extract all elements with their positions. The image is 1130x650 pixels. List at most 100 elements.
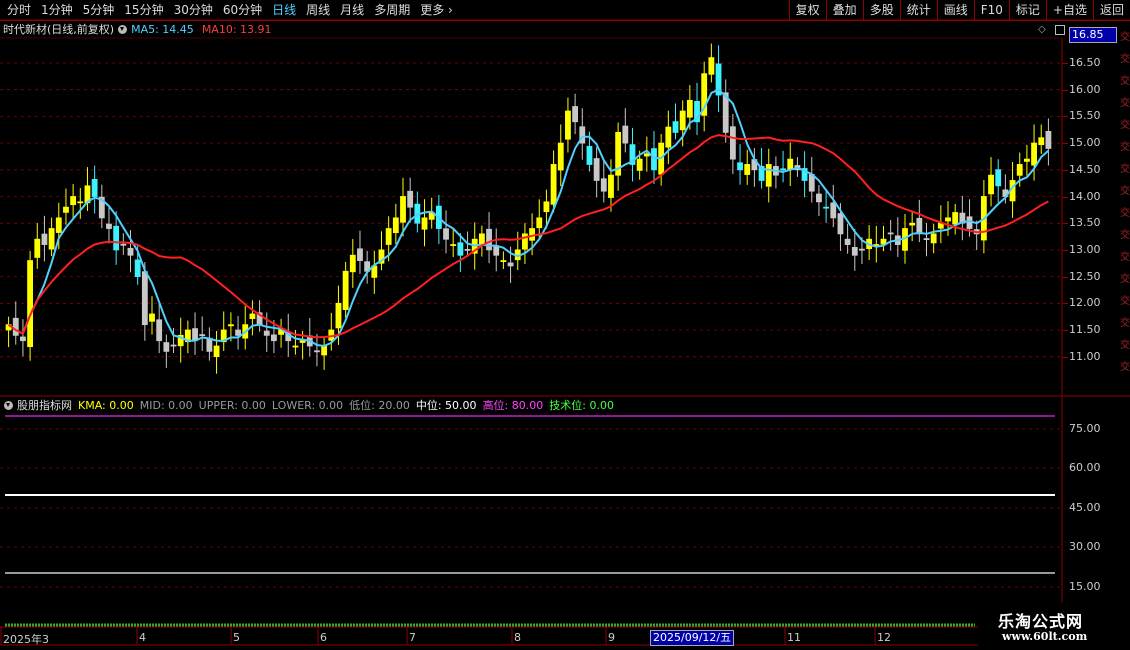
candle-body [63,206,69,213]
candle-body [471,238,478,254]
candle-body [708,57,715,75]
candle-body [672,121,679,133]
date-label: 8 [514,631,521,644]
candle-body [206,337,213,352]
candle-body [235,329,241,336]
period-tab[interactable]: 15分钟 [119,0,168,20]
indicator-tick-label: 60.00 [1069,461,1101,474]
candle-body [529,228,535,241]
date-label: 7 [409,631,416,644]
date-label: 12 [877,631,891,644]
candle-body [679,110,686,131]
date-label: 6 [320,631,327,644]
price-tick [1062,196,1068,198]
toolbar-button[interactable]: 复权 [788,0,826,20]
period-tab[interactable]: 多周期 [369,0,415,20]
toolbar-button[interactable]: F10 [973,0,1009,20]
candle-body [478,233,485,245]
window-square-icon[interactable] [1055,25,1065,35]
candle-body [758,165,765,181]
period-tab[interactable]: 更多 › [415,0,458,20]
upper-value: UPPER: 0.00 [198,398,266,412]
period-tab[interactable]: 分时 [2,0,36,20]
candle-body [686,99,693,118]
candle-body [414,203,421,224]
candle-body [1038,137,1045,146]
candle-body [70,196,77,206]
candle-body [113,225,120,251]
candle-body [120,243,127,246]
candle-body [428,212,435,220]
toolbar-button[interactable]: 多股 [862,0,900,20]
side-glyph: 交 [1120,252,1130,263]
period-tab[interactable]: 周线 [301,0,335,20]
candle-body [220,329,227,343]
low-level-value: 低位: 20.00 [349,399,410,412]
toolbar-button[interactable]: +自选 [1045,0,1093,20]
toolbar-button[interactable]: 返回 [1092,0,1130,20]
price-tick [1062,276,1068,278]
chevron-down-icon[interactable] [118,24,128,34]
candle-body [816,193,822,203]
candle-body [737,162,743,171]
price-tick-label: 11.50 [1069,323,1101,336]
price-tick [1062,223,1068,225]
side-glyph: 交 [1120,32,1130,43]
candle-body [557,142,564,171]
candle-body [952,212,959,225]
toolbar-button[interactable]: 标记 [1008,0,1046,20]
period-tab[interactable]: 60分钟 [218,0,267,20]
high-level-value: 高位: 80.00 [482,399,544,412]
candle-body [887,232,894,235]
indicator-header: 股朋指标网 KMA: 0.00 MID: 0.00 UPPER: 0.00 LO… [0,397,614,413]
period-tab[interactable]: 日线 [267,0,301,20]
candle-body [880,238,887,245]
side-glyph: 交 [1120,296,1130,307]
candle-body [392,217,399,234]
diamond-icon[interactable]: ◇ [1038,24,1046,35]
period-tabs: 分时 1分钟 5分钟 15分钟 30分钟 60分钟 日线 周线 月线 多周期 更多 › [2,0,458,20]
side-glyph: 交 [1120,186,1130,197]
price-tick [1062,89,1068,91]
toolbar-button[interactable]: 叠加 [825,0,863,20]
candle-body [694,101,700,123]
stock-title: 时代新材(日线,前复权) [3,23,115,36]
date-label: 2025年3 [3,633,49,646]
candle-body [41,233,48,245]
candle-body [565,110,571,140]
period-tab[interactable]: 5分钟 [78,0,120,20]
candle-body [127,247,134,256]
kma-value: KMA: 0.00 [78,398,134,412]
candle-body [84,185,91,204]
price-tick-label: 14.50 [1069,162,1101,176]
middle-level-value: 中位: 50.00 [415,399,477,412]
price-tick [1062,116,1068,118]
price-tick [1062,330,1068,331]
chevron-down-icon[interactable] [4,400,13,410]
candle-body [572,106,579,123]
candle-body [321,345,328,356]
candle-body [464,248,471,251]
period-tab[interactable]: 30分钟 [169,0,218,20]
indicator-tick-label: 15.00 [1069,580,1101,593]
kline-chart[interactable] [0,0,1130,650]
candle-body [851,247,858,256]
candle-body [859,248,865,251]
candle-body [349,254,356,273]
candle-body [263,330,270,336]
candle-body [163,342,170,352]
toolbar-button[interactable]: 画线 [936,0,974,20]
ma5-value: MA5: 14.45 [131,22,194,36]
candle-body [407,190,414,208]
candle-body [328,329,335,341]
candle-body [507,262,514,267]
candle-body [945,217,951,222]
toolbar-button[interactable]: 统计 [899,0,937,20]
period-tab[interactable]: 1分钟 [36,0,78,20]
candle-body [335,302,342,329]
candle-body [837,213,844,235]
price-tick-label: 12.50 [1069,269,1101,283]
period-tab[interactable]: 月线 [335,0,369,20]
candle-body [844,238,851,245]
candle-body [170,344,177,347]
